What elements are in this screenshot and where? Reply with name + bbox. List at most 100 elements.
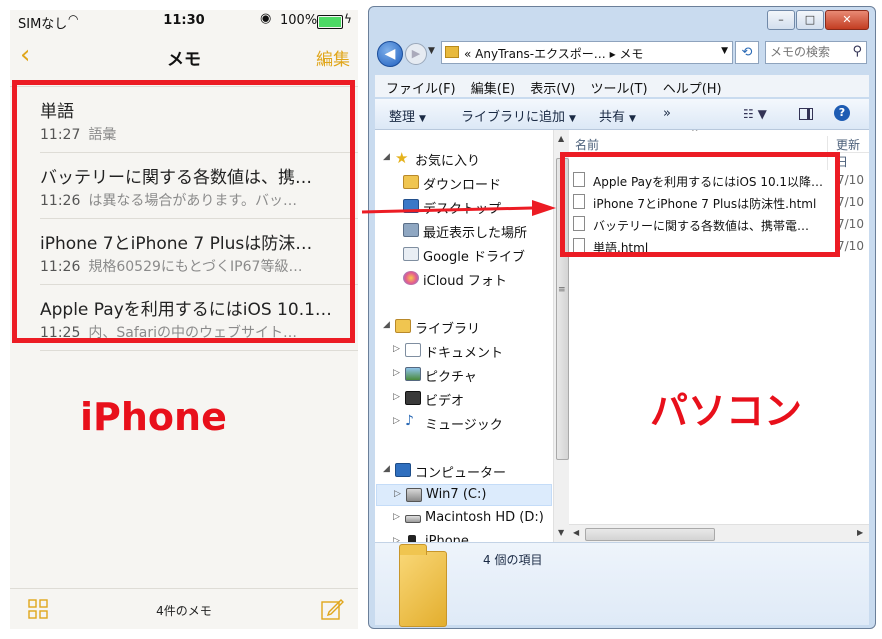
column-header: ^ 名前 更新日 [569, 130, 869, 170]
nav-label: ライブラリ [415, 322, 481, 337]
scroll-up-icon[interactable]: ▲ [558, 134, 564, 143]
share-button[interactable]: 共有 ▼ [599, 106, 636, 125]
scrollbar-thumb[interactable] [585, 528, 715, 541]
expand-icon[interactable]: ▷ [393, 344, 400, 354]
more-commands-button[interactable]: » [663, 106, 671, 121]
collapse-icon[interactable]: ◢ [383, 152, 390, 162]
nav-label: お気に入り [415, 154, 481, 169]
nav-win7-drive[interactable]: ▷ Win7 (C:) [376, 484, 552, 506]
nav-downloads[interactable]: ダウンロード [375, 172, 553, 194]
collapse-icon[interactable]: ◢ [383, 464, 390, 474]
minimize-button[interactable]: – [767, 10, 795, 30]
expand-icon[interactable]: ▷ [394, 489, 401, 499]
expand-icon[interactable]: ▷ [393, 512, 400, 522]
nav-label: ピクチャ [425, 370, 477, 385]
edit-button[interactable]: 編集 [316, 45, 350, 70]
nav-computer[interactable]: ◢ コンピューター [375, 460, 553, 482]
nav-label: iPhone [425, 534, 469, 542]
file-list-scrollbar[interactable]: ◀ ▶ [569, 524, 869, 543]
add-library-label: ライブラリに追加 [461, 110, 566, 125]
nav-label: iCloud フォト [423, 274, 507, 289]
refresh-button[interactable]: ⟲ [735, 41, 759, 64]
search-box[interactable]: ⚲ [765, 41, 867, 64]
details-pane: 4 個の項目 [375, 542, 869, 627]
address-bar[interactable]: « AnyTrans-エクスポー… ▸ メモ ▼ [441, 41, 733, 64]
file-date: 7/10 [837, 239, 864, 253]
file-date: 7/10 [837, 217, 864, 231]
nav-iphone[interactable]: ▷ iPhone [375, 532, 553, 542]
preview-pane-icon[interactable] [799, 108, 813, 120]
search-input[interactable] [770, 44, 846, 60]
menu-tools[interactable]: ツール(T) [590, 78, 647, 97]
nav-favorites[interactable]: ◢ ★ お気に入り [375, 148, 553, 170]
iphone-device-icon [408, 535, 416, 542]
star-icon: ★ [395, 149, 409, 167]
pc-label: パソコン [650, 389, 803, 433]
file-date: 7/10 [837, 195, 864, 209]
window-controls: – □ ✕ [766, 10, 869, 30]
help-icon[interactable]: ? [834, 105, 850, 121]
downloads-folder-icon [403, 175, 419, 189]
nav-pictures[interactable]: ▷ ピクチャ [375, 364, 553, 386]
menu-help[interactable]: ヘルプ(H) [663, 78, 722, 97]
nav-libraries[interactable]: ◢ ライブラリ [375, 316, 553, 338]
library-icon [395, 319, 411, 333]
expand-icon[interactable]: ▷ [393, 416, 400, 426]
scroll-left-icon[interactable]: ◀ [573, 528, 579, 537]
iphone-label: iPhone [80, 395, 227, 439]
nav-google-drive[interactable]: Google ドライブ [375, 244, 553, 266]
view-options-icon[interactable]: ☷ ▼ [743, 107, 767, 121]
forward-arrow-icon[interactable]: ▶ [405, 43, 427, 65]
add-to-library-button[interactable]: ライブラリに追加 ▼ [461, 106, 576, 125]
iphone-highlight-box [12, 80, 355, 343]
close-button[interactable]: ✕ [825, 10, 869, 30]
menu-view[interactable]: 表示(V) [530, 78, 575, 97]
system-drive-icon [406, 488, 422, 502]
breadcrumb[interactable]: « AnyTrans-エクスポー… ▸ メモ [464, 45, 643, 62]
item-count: 4 個の項目 [483, 553, 543, 567]
documents-icon [405, 343, 421, 357]
menu-file[interactable]: ファイル(F) [386, 78, 456, 97]
back-arrow-icon[interactable]: ◀ [377, 41, 403, 67]
dropdown-icon: ▼ [569, 114, 576, 124]
sort-ascending-icon: ^ [691, 130, 699, 138]
rotation-lock-icon: ◉ [260, 11, 272, 26]
column-name[interactable]: 名前 [575, 136, 599, 153]
menu-edit[interactable]: 編集(E) [471, 78, 515, 97]
maximize-button[interactable]: □ [796, 10, 824, 30]
nav-documents[interactable]: ▷ ドキュメント [375, 340, 553, 362]
dropdown-icon: ▼ [629, 114, 636, 124]
nav-label: ビデオ [425, 394, 465, 409]
address-dropdown-icon[interactable]: ▼ [721, 46, 728, 56]
compose-icon[interactable] [320, 597, 344, 621]
nav-bar: ‹ メモ 編集 [10, 34, 358, 78]
expand-icon[interactable]: ▷ [393, 392, 400, 402]
scroll-down-icon[interactable]: ▼ [558, 528, 564, 537]
drive-icon [405, 515, 421, 523]
scroll-right-icon[interactable]: ▶ [857, 528, 863, 537]
search-icon[interactable]: ⚲ [852, 44, 862, 59]
nav-label: ドキュメント [425, 346, 504, 361]
nav-label: コンピューター [415, 466, 507, 481]
status-bar: SIMなし ◠ 11:30 ◉ 100% ϟ [10, 10, 358, 32]
transfer-arrow-icon [361, 200, 556, 216]
folder-icon [445, 46, 459, 58]
address-row: ◀ ▶ ▼ « AnyTrans-エクスポー… ▸ メモ ▼ ⟲ ⚲ [375, 39, 869, 69]
nav-label: Win7 (C:) [426, 487, 487, 502]
share-label: 共有 [599, 110, 626, 125]
computer-icon [395, 463, 411, 477]
collapse-icon[interactable]: ◢ [383, 320, 390, 330]
organize-label: 整理 [389, 110, 416, 125]
folder-icon [399, 544, 447, 627]
history-dropdown-icon[interactable]: ▼ [428, 46, 435, 56]
explorer-window: – □ ✕ ◀ ▶ ▼ « AnyTrans-エクスポー… ▸ メモ ▼ ⟲ ⚲… [368, 6, 876, 629]
charging-icon: ϟ [344, 12, 352, 26]
notes-toolbar: 4件のメモ [10, 588, 358, 629]
nav-videos[interactable]: ▷ ビデオ [375, 388, 553, 410]
page-title: メモ [167, 50, 201, 70]
nav-icloud-photos[interactable]: iCloud フォト [375, 268, 553, 290]
nav-macintosh-drive[interactable]: ▷ Macintosh HD (D:) [375, 508, 553, 530]
organize-button[interactable]: 整理 ▼ [389, 106, 426, 125]
expand-icon[interactable]: ▷ [393, 368, 400, 378]
nav-music[interactable]: ▷ ♪ ミュージック [375, 412, 553, 434]
